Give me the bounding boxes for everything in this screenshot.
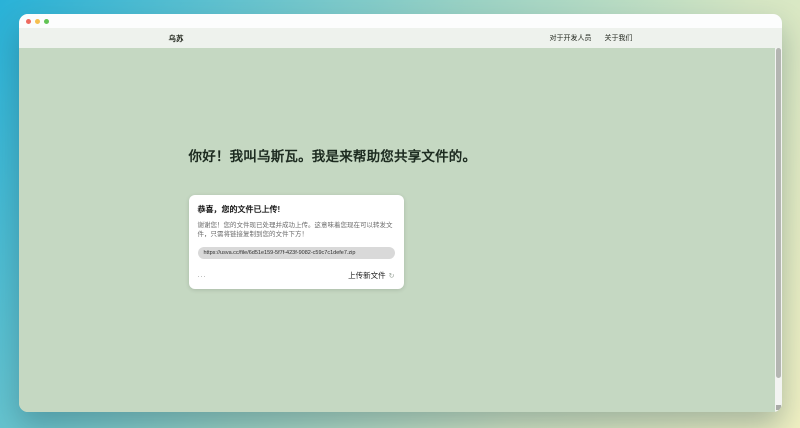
card-title: 恭喜，您的文件已上传! xyxy=(197,204,281,214)
card-description: 谢谢您！您的文件现已处理并成功上传。这意味着您现在可以转发文件，只需将链接复制到… xyxy=(197,221,393,238)
maximize-button[interactable] xyxy=(44,18,49,24)
close-button[interactable] xyxy=(26,18,31,24)
nav-link-about[interactable]: 关于我们 xyxy=(605,33,633,43)
scrollbar-track[interactable] xyxy=(775,48,782,412)
site-navbar: 乌苏 对于开发人员 关于我们 xyxy=(19,28,782,48)
scrollbar-down-button[interactable] xyxy=(776,405,781,410)
upload-success-card: 恭喜，您的文件已上传! 谢谢您！您的文件现已处理并成功上传。这意味着您现在可以转… xyxy=(188,194,404,290)
upload-new-file-link[interactable]: 上传新文件 ↻ xyxy=(348,270,394,281)
card-footer: ... 上传新文件 ↻ xyxy=(198,270,395,281)
upload-new-file-label: 上传新文件 xyxy=(348,271,386,281)
navbar-container: 乌苏 对于开发人员 关于我们 xyxy=(169,28,633,48)
browser-window: 乌苏 对于开发人员 关于我们 你好！我叫乌斯瓦。我是来帮助您共享文件的。 恭喜，… xyxy=(19,14,782,412)
nav-link-developers[interactable]: 对于开发人员 xyxy=(550,33,592,43)
hero-heading: 你好！我叫乌斯瓦。我是来帮助您共享文件的。 xyxy=(188,149,477,164)
minimize-button[interactable] xyxy=(35,18,40,24)
nav-links: 对于开发人员 关于我们 xyxy=(550,33,633,43)
more-options-toggle[interactable]: ... xyxy=(198,272,207,279)
scrollbar-thumb[interactable] xyxy=(776,48,781,378)
desktop: { "navbar": { "brand": "乌苏", "links": ["… xyxy=(0,0,800,428)
main-container: 你好！我叫乌斯瓦。我是来帮助您共享文件的。 恭喜，您的文件已上传! 谢谢您！您的… xyxy=(169,148,633,290)
window-titlebar xyxy=(19,14,782,28)
brand-logo[interactable]: 乌苏 xyxy=(169,33,184,44)
page-content: 你好！我叫乌斯瓦。我是来帮助您共享文件的。 恭喜，您的文件已上传! 谢谢您！您的… xyxy=(19,48,782,412)
upload-icon: ↻ xyxy=(388,272,395,280)
file-url-field[interactable]: https://usva.cc/file/6d51e159-5f7f-423f-… xyxy=(197,247,395,260)
